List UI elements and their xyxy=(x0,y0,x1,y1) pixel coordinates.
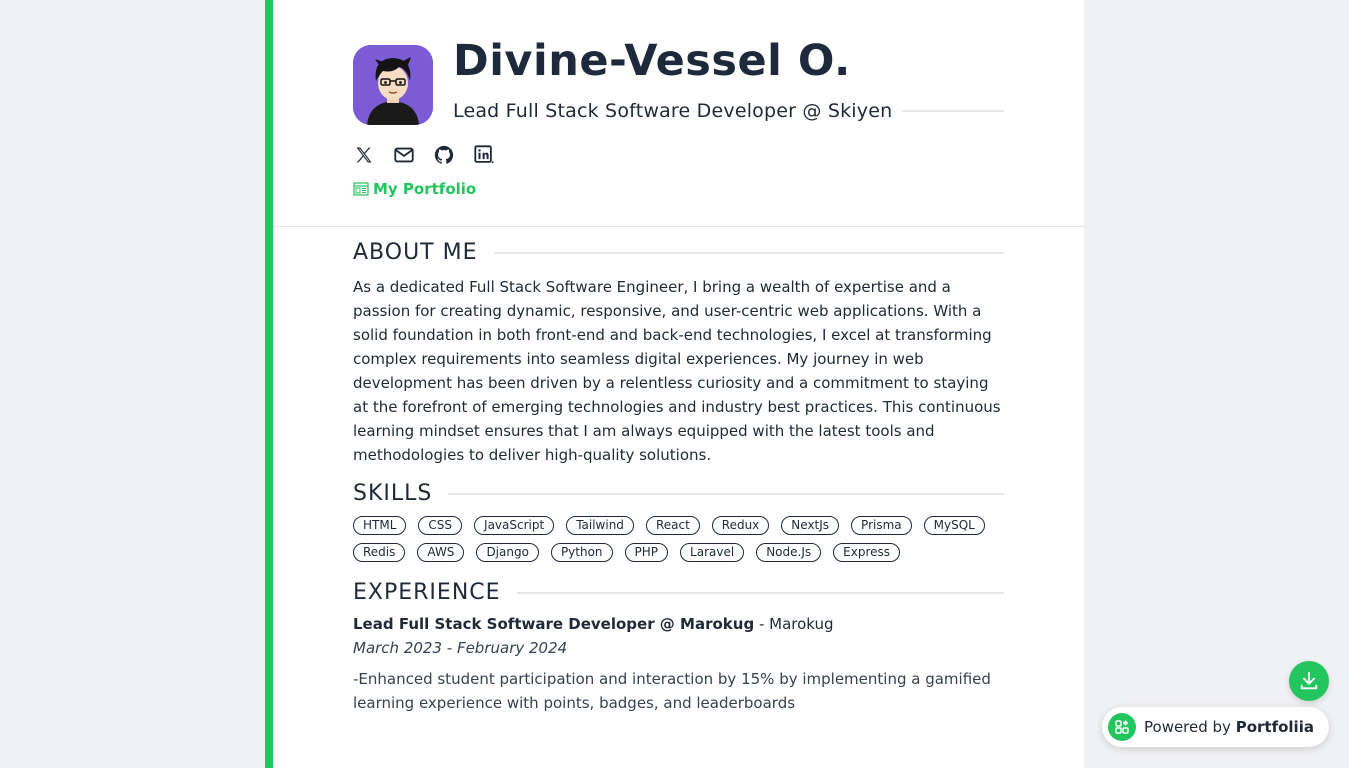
portfolio-icon xyxy=(353,182,369,196)
skill-chip: Django xyxy=(476,543,539,562)
skill-chip: Python xyxy=(550,543,613,562)
about-heading-row: ABOUT ME xyxy=(353,240,1004,265)
portfoliia-logo-icon xyxy=(1108,713,1136,741)
portfolio-link[interactable]: My Portfolio xyxy=(353,180,476,198)
skill-chip: Express xyxy=(833,543,900,562)
job-separator: - xyxy=(754,615,770,633)
skill-chip: Redux xyxy=(711,516,770,535)
about-text: As a dedicated Full Stack Software Engin… xyxy=(353,278,1001,464)
about-divider xyxy=(493,251,1004,254)
job-title-line: Lead Full Stack Software Developer @ Mar… xyxy=(353,615,1004,633)
download-icon xyxy=(1300,671,1318,690)
skill-chip: React xyxy=(645,516,700,535)
skill-chip: HTML xyxy=(353,516,407,535)
social-links xyxy=(353,144,495,166)
skill-chip: Redis xyxy=(353,543,406,562)
job-dates: March 2023 - February 2024 xyxy=(353,639,568,657)
job-description: -Enhanced student participation and inte… xyxy=(353,670,991,712)
x-twitter-icon[interactable] xyxy=(353,144,375,166)
experience-heading-row: EXPERIENCE xyxy=(353,580,1004,605)
skill-chip: Laravel xyxy=(680,543,745,562)
skill-chip: CSS xyxy=(418,516,463,535)
skills-list: HTML CSS JavaScript Tailwind React Redux… xyxy=(353,516,1004,562)
linkedin-icon[interactable] xyxy=(473,144,495,166)
powered-brand: Portfoliia xyxy=(1235,718,1314,736)
skill-chip: Node.Js xyxy=(756,543,822,562)
mail-icon[interactable] xyxy=(393,144,415,166)
skills-title: SKILLS xyxy=(353,481,433,506)
job-company: Marokug xyxy=(769,615,834,633)
powered-by-text: Powered by Portfoliia xyxy=(1144,718,1314,736)
experience-title: EXPERIENCE xyxy=(353,580,501,605)
skill-chip: PHP xyxy=(624,543,669,562)
download-button[interactable] xyxy=(1289,661,1329,701)
skill-chip: MySQL xyxy=(923,516,985,535)
profile-header: Divine-Vessel O. Lead Full Stack Softwar… xyxy=(273,0,1084,227)
skills-heading-row: SKILLS xyxy=(353,481,1004,506)
avatar-illustration xyxy=(353,45,433,125)
headline-divider xyxy=(902,110,1004,112)
headline-row: Lead Full Stack Software Developer @ Ski… xyxy=(453,100,1004,122)
experience-divider xyxy=(516,591,1004,594)
skill-chip: Tailwind xyxy=(566,516,634,535)
skill-chip: NextJs xyxy=(781,516,840,535)
github-icon[interactable] xyxy=(433,144,455,166)
powered-prefix: Powered by xyxy=(1144,718,1236,736)
skills-section: SKILLS HTML CSS JavaScript Tailwind Reac… xyxy=(353,481,1004,562)
job-role: Lead Full Stack Software Developer @ Mar… xyxy=(353,615,755,633)
about-title: ABOUT ME xyxy=(353,240,478,265)
skill-chip: AWS xyxy=(417,543,465,562)
about-section: ABOUT ME As a dedicated Full Stack Softw… xyxy=(353,240,1004,467)
experience-section: EXPERIENCE Lead Full Stack Software Deve… xyxy=(353,580,1004,715)
skill-chip: Prisma xyxy=(851,516,912,535)
skills-divider xyxy=(448,492,1004,495)
skill-chip: JavaScript xyxy=(474,516,555,535)
profile-name: Divine-Vessel O. xyxy=(453,36,851,86)
portfolio-label: My Portfolio xyxy=(373,180,477,198)
powered-by-badge[interactable]: Powered by Portfoliia xyxy=(1102,707,1329,747)
avatar xyxy=(353,45,433,125)
experience-item: Lead Full Stack Software Developer @ Mar… xyxy=(353,615,1004,715)
profile-headline: Lead Full Stack Software Developer @ Ski… xyxy=(453,100,893,122)
resume-page: Divine-Vessel O. Lead Full Stack Softwar… xyxy=(265,0,1084,768)
resume-content: ABOUT ME As a dedicated Full Stack Softw… xyxy=(353,240,1004,715)
